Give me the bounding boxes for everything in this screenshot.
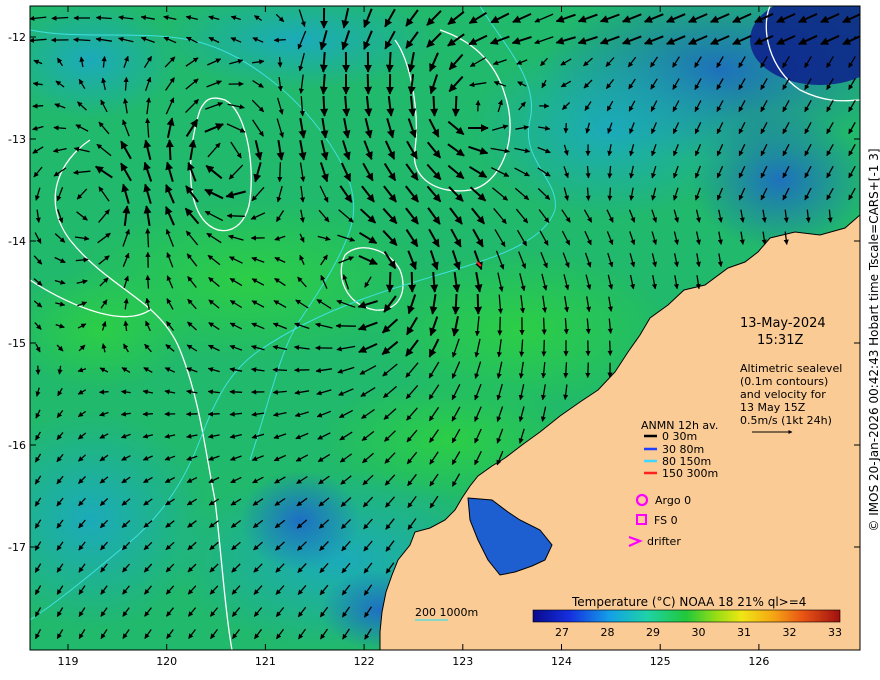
lon-tick-label: 124 [551, 655, 572, 668]
colorbar-tick-label: 29 [646, 626, 660, 639]
colorbar-tick-label: 32 [783, 626, 797, 639]
map-plot-area: 200 1000m 13-May-2024 15:31Z Altimetric … [30, 6, 860, 650]
legend-label-0-30m: 0 30m [662, 430, 697, 443]
info-desc-2: (0.1m contours) [740, 375, 828, 388]
info-desc-3: and velocity for [740, 388, 826, 401]
lat-tick-label: -15 [8, 337, 26, 350]
colorbar-gradient [532, 609, 841, 623]
lon-tick-label: 121 [255, 655, 276, 668]
lon-tick-label: 119 [58, 655, 79, 668]
info-desc-4: 13 May 15Z [740, 401, 806, 414]
colorbar-title: Temperature (°C) NOAA 18 21% ql>=4 [571, 595, 806, 609]
lat-tick-label: -13 [8, 133, 26, 146]
lon-tick-label: 120 [156, 655, 177, 668]
colorbar-tick-label: 28 [601, 626, 615, 639]
colorbar-tick-label: 31 [737, 626, 751, 639]
lon-tick-label: 125 [650, 655, 671, 668]
lat-tick-label: -17 [8, 541, 26, 554]
lon-tick-label: 122 [354, 655, 375, 668]
credit-text: © IMOS 20-Jan-2026 00:42:43 Hobart time … [867, 148, 880, 532]
lat-tick-label: -16 [8, 439, 26, 452]
lat-tick-label: -12 [8, 31, 26, 44]
colorbar-tick-label: 33 [828, 626, 842, 639]
drifter-label: drifter [647, 535, 681, 548]
info-desc-1: Altimetric sealevel [740, 362, 842, 375]
argo-label: Argo 0 [655, 494, 691, 507]
sst-map-figure: 200 1000m 13-May-2024 15:31Z Altimetric … [8, 5, 861, 668]
colorbar-tick-label: 30 [692, 626, 706, 639]
info-time: 15:31Z [757, 333, 803, 348]
bathy-legend-label: 200 1000m [415, 606, 478, 619]
info-desc-5: 0.5m/s (1kt 24h) [740, 414, 832, 427]
lat-tick-label: -14 [8, 235, 26, 248]
legend-label-150-300m: 150 300m [662, 467, 718, 480]
fs-label: FS 0 [654, 514, 678, 527]
lon-tick-label: 126 [748, 655, 769, 668]
info-date: 13-May-2024 [740, 316, 826, 331]
colorbar-tick-label: 27 [555, 626, 569, 639]
lon-tick-label: 123 [452, 655, 473, 668]
